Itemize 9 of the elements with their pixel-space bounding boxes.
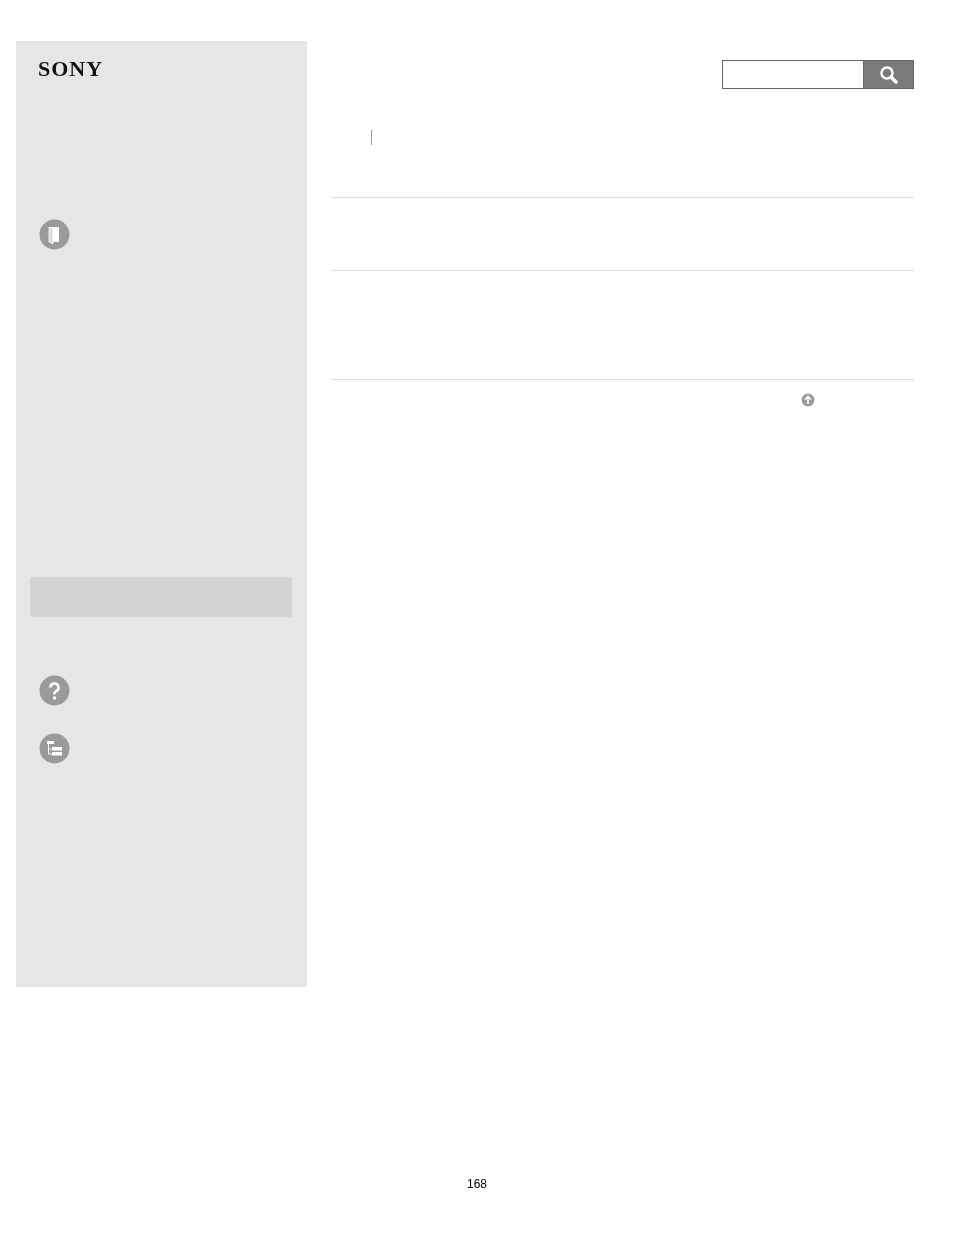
search-icon [878,64,899,85]
up-arrow-icon[interactable] [801,393,815,407]
page-number: 168 [466,1177,488,1191]
search-button[interactable] [863,60,914,89]
logo[interactable]: SONY [38,57,307,81]
tree-icon[interactable] [39,733,70,764]
help-icon[interactable] [39,675,70,706]
search-field[interactable] [722,60,863,89]
book-icon[interactable] [39,219,70,250]
